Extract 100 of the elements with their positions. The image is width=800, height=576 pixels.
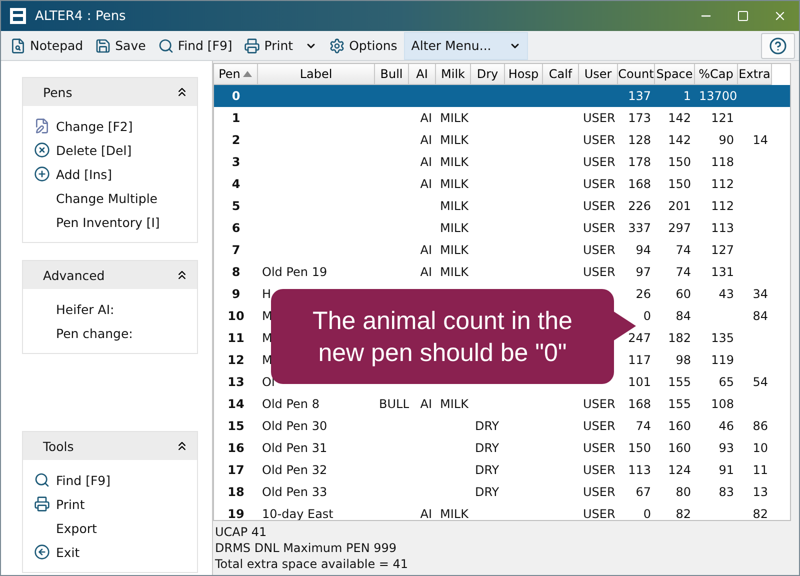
table-row[interactable]: 4 AI MILK USER 168 150 112	[214, 173, 790, 195]
exit-icon	[34, 544, 50, 560]
column-header[interactable]: Space	[655, 64, 695, 85]
column-header[interactable]: Count	[618, 64, 655, 85]
toolbar-button[interactable]: Find [F9]	[152, 32, 238, 60]
column-header[interactable]: Calf	[543, 64, 579, 85]
table-cell: AI	[420, 133, 432, 147]
table-cell: 65	[718, 375, 734, 389]
table-cell: DRY	[475, 485, 500, 499]
table-cell: 6	[232, 221, 240, 235]
table-cell: MILK	[440, 397, 468, 411]
toolbar-button[interactable]: Notepad	[5, 32, 88, 60]
table-cell: USER	[583, 133, 616, 147]
sidebar-item[interactable]: Add [Ins]	[34, 162, 197, 186]
table-cell: Old Pen 30	[262, 419, 328, 433]
panel-header[interactable]: Tools	[23, 432, 197, 460]
sidebar-item[interactable]: Delete [Del]	[34, 138, 197, 162]
table-cell: 160	[668, 419, 691, 433]
table-cell: 135	[711, 331, 734, 345]
table-row[interactable]: 0 137 1 13700	[214, 85, 790, 107]
table-cell: USER	[583, 507, 616, 520]
table-cell: AI	[420, 507, 432, 520]
panel-header[interactable]: Advanced	[23, 261, 197, 289]
save-icon	[95, 38, 112, 54]
table-cell: 155	[668, 375, 691, 389]
table-cell: 15	[228, 419, 244, 433]
sidebar-item[interactable]: Change [F2]	[34, 114, 197, 138]
sidebar-item[interactable]: Pen Inventory [I]	[34, 210, 197, 234]
table-row[interactable]: 8 Old Pen 19 AI MILK USER 97 74 131	[214, 261, 790, 283]
toolbar-button[interactable]: Print	[239, 32, 298, 60]
table-row[interactable]: 3 AI MILK USER 178 150 118	[214, 151, 790, 173]
column-header[interactable]: AI	[409, 64, 436, 85]
column-header[interactable]: Extra	[738, 64, 772, 85]
sidebar-item[interactable]: Print	[34, 492, 197, 516]
sidebar-item[interactable]: Heifer AI:	[34, 297, 197, 321]
close-icon[interactable]	[773, 9, 787, 23]
table-cell: 127	[711, 243, 734, 257]
column-header[interactable]: User	[579, 64, 618, 85]
panel-header[interactable]: Pens	[23, 78, 197, 106]
table-cell: 26	[636, 287, 651, 301]
notepad-icon	[10, 38, 26, 54]
printer-icon	[34, 496, 50, 512]
table-cell: 168	[628, 177, 651, 191]
sidebar-item[interactable]: Pen change:	[34, 321, 197, 345]
table-cell: 113	[628, 463, 651, 477]
table-cell: 90	[718, 133, 734, 147]
maximize-icon[interactable]	[737, 10, 749, 22]
table-row[interactable]: 15 Old Pen 30 DRY USER 74 160 46 86	[214, 415, 790, 437]
column-header[interactable]: Pen	[214, 64, 258, 85]
column-header[interactable]: %Cap	[695, 64, 738, 85]
table-row[interactable]: 1 AI MILK USER 173 142 121	[214, 107, 790, 129]
table-cell: MILK	[440, 177, 468, 191]
column-header[interactable]: Bull	[375, 64, 409, 85]
toolbar-button[interactable]: Save	[90, 32, 151, 60]
delete-icon	[34, 142, 50, 158]
table-cell: 119	[711, 353, 734, 367]
sidebar-item[interactable]: Export	[34, 516, 197, 540]
table-cell: 1	[232, 111, 240, 125]
table-row[interactable]: 18 Old Pen 33 DRY USER 67 80 83 13	[214, 481, 790, 503]
add-icon	[34, 166, 50, 182]
column-header[interactable]: Label	[258, 64, 375, 85]
table-cell: Old Pen 32	[262, 463, 328, 477]
toolbar-button[interactable]: Options	[324, 32, 402, 60]
table-cell: 128	[628, 133, 651, 147]
table-cell: 83	[718, 485, 734, 499]
table-cell: Old Pen 33	[262, 485, 328, 499]
sidebar-item[interactable]: Find [F9]	[34, 468, 197, 492]
column-header[interactable]: Milk	[436, 64, 471, 85]
table-cell: 91	[718, 463, 734, 477]
table-cell: M	[262, 309, 272, 323]
table-cell: MILK	[440, 265, 468, 279]
panel-title: Pens	[43, 84, 72, 100]
menu-button[interactable]: Alter Menu...	[404, 32, 528, 60]
search-icon	[158, 38, 174, 54]
callout-text: The animal count in the new pen should be "0"	[312, 306, 574, 368]
table-cell: MILK	[440, 111, 468, 125]
table-cell: 150	[668, 177, 691, 191]
column-header[interactable]: Hosp	[505, 64, 543, 85]
table-row[interactable]: 5 MILK USER 226 201 112	[214, 195, 790, 217]
table-row[interactable]: 2 AI MILK USER 128 142 90 14	[214, 129, 790, 151]
table-row[interactable]: 7 AI MILK USER 94 74 127	[214, 239, 790, 261]
column-header[interactable]: Dry	[471, 64, 505, 85]
sidebar-item[interactable]: Change Multiple	[34, 186, 197, 210]
table-cell: 60	[676, 287, 691, 301]
table-cell: USER	[583, 243, 616, 257]
table-cell: Ol	[262, 375, 275, 389]
table-row[interactable]: 17 Old Pen 32 DRY USER 113 124 91 11	[214, 459, 790, 481]
table-row[interactable]: 6 MILK USER 337 297 113	[214, 217, 790, 239]
table-cell: 178	[628, 155, 651, 169]
table-cell: 43	[718, 287, 734, 301]
table-cell: 13700	[699, 89, 738, 103]
table-row[interactable]: 16 Old Pen 31 DRY USER 150 160 93 10	[214, 437, 790, 459]
help-icon	[769, 36, 787, 54]
table-row[interactable]: 14 Old Pen 8 BULL AI MILK USER 168 155 108	[214, 393, 790, 415]
table-cell: 124	[668, 463, 691, 477]
help-button[interactable]	[761, 32, 795, 58]
table-cell: 84	[752, 309, 768, 323]
table-cell: 16	[228, 441, 244, 455]
table-cell: 150	[628, 441, 651, 455]
sidebar-item[interactable]: Exit	[34, 540, 197, 564]
